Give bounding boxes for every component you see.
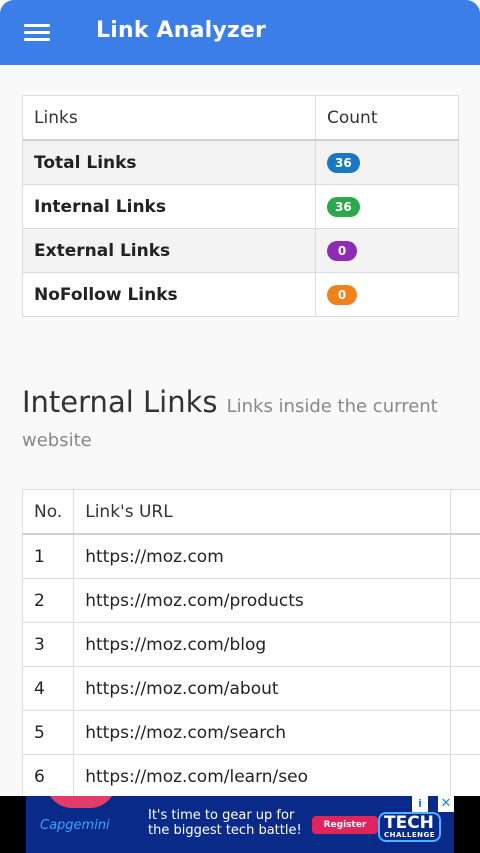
summary-row-internal: Internal Links 36 xyxy=(22,184,459,229)
summary-table: Links Count Total Links 36 Internal Link… xyxy=(22,95,459,317)
ad-content[interactable]: Capgemini It's time to gear up for the b… xyxy=(26,796,454,853)
row-url[interactable]: https://moz.com xyxy=(73,533,452,579)
row-no: 6 xyxy=(21,754,75,799)
ad-tech-logo: TECH CHALLENGE xyxy=(378,812,442,842)
summary-header-count: Count xyxy=(315,95,459,141)
screen: Link Analyzer Links Count Total Links 36… xyxy=(0,0,480,853)
internal-links-table: No. Link's URL 1 https://moz.com 2 https… xyxy=(21,489,480,799)
table-row[interactable]: 4 https://moz.com/about xyxy=(21,666,480,711)
summary-label: External Links xyxy=(22,228,316,273)
header-extra xyxy=(450,489,480,535)
count-badge: 36 xyxy=(327,153,360,173)
row-url[interactable]: https://moz.com/about xyxy=(73,666,452,711)
links-header-row: No. Link's URL xyxy=(21,489,480,535)
row-no: 5 xyxy=(21,710,75,755)
app-title: Link Analyzer xyxy=(96,18,267,43)
row-no: 1 xyxy=(21,533,75,579)
app-bar: Link Analyzer xyxy=(0,0,480,65)
header-no: No. xyxy=(21,489,75,535)
row-url[interactable]: https://moz.com/learn/seo xyxy=(73,754,452,799)
ad-decoration xyxy=(46,796,116,808)
row-url[interactable]: https://moz.com/products xyxy=(73,578,452,623)
count-badge: 0 xyxy=(327,285,357,305)
summary-label: NoFollow Links xyxy=(22,272,316,317)
ad-brand-logo: Capgemini xyxy=(40,818,110,833)
internal-links-heading: Internal Links Links inside the current … xyxy=(22,385,462,458)
summary-row-external: External Links 0 xyxy=(22,228,459,273)
table-row[interactable]: 6 https://moz.com/learn/seo xyxy=(21,754,480,799)
row-url[interactable]: https://moz.com/blog xyxy=(73,622,452,667)
ad-text: It's time to gear up for the biggest tec… xyxy=(148,808,302,838)
ad-close-icon[interactable]: ✕ xyxy=(438,796,454,812)
ad-tech-logo-sub: CHALLENGE xyxy=(384,831,436,839)
summary-label: Internal Links xyxy=(22,184,316,229)
summary-header-row: Links Count xyxy=(22,95,459,141)
row-no: 2 xyxy=(21,578,75,623)
summary-header-links: Links xyxy=(22,95,316,141)
hamburger-menu-icon[interactable] xyxy=(24,24,50,42)
section-title: Internal Links xyxy=(22,385,218,419)
table-row[interactable]: 5 https://moz.com/search xyxy=(21,710,480,755)
row-no: 4 xyxy=(21,666,75,711)
count-badge: 0 xyxy=(327,241,357,261)
content-area: Links Count Total Links 36 Internal Link… xyxy=(0,65,480,799)
ad-banner[interactable]: Capgemini It's time to gear up for the b… xyxy=(0,796,480,853)
row-no: 3 xyxy=(21,622,75,667)
ad-tech-logo-main: TECH xyxy=(384,813,434,833)
table-row[interactable]: 1 https://moz.com xyxy=(21,533,480,579)
count-badge: 36 xyxy=(327,197,360,217)
summary-row-nofollow: NoFollow Links 0 xyxy=(22,272,459,317)
summary-label: Total Links xyxy=(22,139,316,185)
header-url: Link's URL xyxy=(73,489,452,535)
ad-info-icon[interactable]: i xyxy=(412,796,428,812)
table-row[interactable]: 2 https://moz.com/products xyxy=(21,578,480,623)
ad-register-button[interactable]: Register xyxy=(312,816,378,834)
table-row[interactable]: 3 https://moz.com/blog xyxy=(21,622,480,667)
row-url[interactable]: https://moz.com/search xyxy=(73,710,452,755)
summary-row-total: Total Links 36 xyxy=(22,139,459,185)
